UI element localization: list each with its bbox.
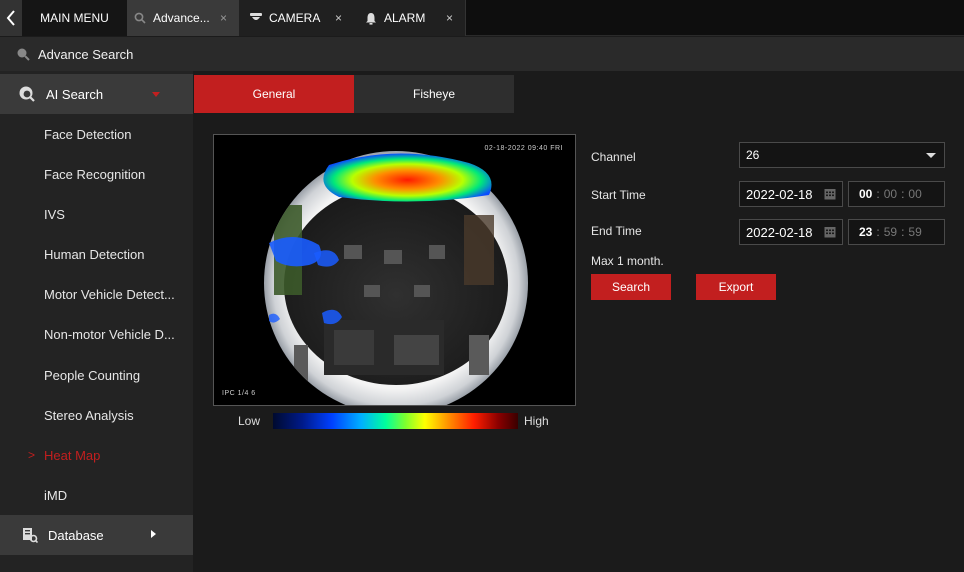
search-icon (133, 11, 147, 25)
sidebar-group-label: AI Search (46, 86, 104, 102)
sidebar-item-label: Stereo Analysis (44, 407, 134, 423)
sidebar-item-label: Face Detection (44, 126, 132, 142)
time-separator: : (876, 225, 880, 239)
time-separator: : (876, 187, 880, 201)
main-panel: General Fisheye 02-18-2022 09:40 FRI IPC… (193, 71, 964, 572)
max-range-note: Max 1 month. (591, 254, 664, 268)
ai-search-icon (18, 85, 36, 103)
end-time-field[interactable]: 23 : 59 : 59 (848, 219, 945, 245)
tab-main-menu-label: MAIN MENU (40, 11, 109, 25)
tab-alarm[interactable]: ALARM × (354, 0, 466, 36)
start-date-field[interactable]: 2022-02-18 (739, 181, 843, 207)
tab-advance-label: Advance... (153, 11, 210, 25)
page-title: Advance Search (38, 46, 134, 62)
breadcrumb: Advance Search (0, 37, 964, 71)
time-separator: : (901, 187, 905, 201)
preview-timestamp: 02-18-2022 09:40 FRI (484, 145, 563, 152)
sidebar-item-label: iMD (44, 487, 68, 503)
start-date-value: 2022-02-18 (746, 186, 813, 202)
start-second[interactable]: 00 (908, 187, 921, 201)
end-date-field[interactable]: 2022-02-18 (739, 219, 843, 245)
sidebar-group-database[interactable]: Database (0, 515, 193, 555)
end-minute[interactable]: 59 (884, 225, 897, 239)
close-icon[interactable]: × (446, 11, 453, 25)
sidebar: AI Search Face Detection Face Recognitio… (0, 71, 193, 572)
export-button-label: Export (718, 280, 754, 294)
search-button[interactable]: Search (591, 274, 671, 300)
heatmap-legend: Low High (238, 413, 558, 429)
sidebar-item-label: Heat Map (44, 447, 101, 463)
sidebar-item-people-counting[interactable]: People Counting (0, 355, 193, 395)
close-icon[interactable]: × (220, 11, 227, 25)
start-minute[interactable]: 00 (884, 187, 897, 201)
sidebar-database-label: Database (48, 527, 104, 543)
sidebar-item-heat-map[interactable]: > Heat Map (0, 435, 193, 475)
search-button-label: Search (611, 280, 651, 294)
preview-channel-osd: IPC 1/4 6 (222, 390, 256, 397)
close-icon[interactable]: × (335, 11, 342, 25)
chevron-down-icon (926, 153, 936, 158)
chevron-right-icon: > (28, 448, 36, 462)
tab-general-label: General (252, 87, 296, 101)
heatmap-preview: 02-18-2022 09:40 FRI IPC 1/4 6 (213, 134, 576, 406)
sidebar-item-label: Human Detection (44, 246, 145, 262)
tab-main-menu[interactable]: MAIN MENU (22, 0, 127, 36)
calendar-icon[interactable] (824, 226, 836, 238)
tab-bar: MAIN MENU Advance... × CAMERA × ALARM × (0, 0, 964, 36)
sidebar-item-label: IVS (44, 206, 65, 222)
sidebar-group-ai-search[interactable]: AI Search (0, 74, 193, 114)
camera-icon (249, 11, 263, 25)
tab-advance-search[interactable]: Advance... × (127, 0, 239, 36)
sidebar-item-label: Face Recognition (44, 166, 146, 182)
tab-fisheye-label: Fisheye (412, 87, 456, 101)
sidebar-item-stereo-analysis[interactable]: Stereo Analysis (0, 395, 193, 435)
sidebar-item-non-motor-vehicle[interactable]: Non-motor Vehicle D... (0, 314, 193, 354)
back-button[interactable] (0, 0, 22, 36)
tab-alarm-label: ALARM (384, 11, 426, 25)
database-icon (22, 527, 38, 543)
end-time-label: End Time (591, 224, 642, 238)
tab-camera[interactable]: CAMERA × (239, 0, 354, 36)
calendar-icon[interactable] (824, 188, 836, 200)
end-second[interactable]: 59 (908, 225, 921, 239)
channel-select[interactable]: 26 (739, 142, 945, 168)
legend-gradient-bar (273, 413, 518, 429)
sidebar-item-face-detection[interactable]: Face Detection (0, 114, 193, 154)
sidebar-item-human-detection[interactable]: Human Detection (0, 234, 193, 274)
tab-fisheye[interactable]: Fisheye (354, 75, 514, 113)
tab-general[interactable]: General (194, 75, 354, 113)
sidebar-item-label: Motor Vehicle Detect... (44, 286, 175, 302)
legend-high-label: High (524, 414, 549, 428)
start-time-label: Start Time (591, 188, 646, 202)
legend-low-label: Low (238, 414, 261, 428)
bell-icon (364, 11, 378, 25)
fisheye-heatmap-image (214, 135, 575, 405)
start-time-field[interactable]: 00 : 00 : 00 (848, 181, 945, 207)
chevron-left-icon (6, 10, 15, 26)
caret-down-icon (152, 92, 160, 97)
sidebar-item-label: People Counting (44, 367, 141, 383)
time-separator: : (901, 225, 905, 239)
sidebar-item-motor-vehicle[interactable]: Motor Vehicle Detect... (0, 274, 193, 314)
tab-camera-label: CAMERA (269, 11, 321, 25)
channel-value: 26 (746, 148, 760, 162)
caret-right-icon (151, 530, 156, 538)
sidebar-item-ivs[interactable]: IVS (0, 194, 193, 234)
sidebar-item-face-recognition[interactable]: Face Recognition (0, 154, 193, 194)
sidebar-item-label: Non-motor Vehicle D... (44, 326, 175, 342)
end-date-value: 2022-02-18 (746, 224, 813, 240)
channel-label: Channel (591, 150, 636, 164)
export-button[interactable]: Export (696, 274, 776, 300)
sidebar-item-imd[interactable]: iMD (0, 475, 193, 515)
end-hour[interactable]: 23 (859, 225, 872, 239)
search-icon (16, 47, 30, 61)
start-hour[interactable]: 00 (859, 187, 872, 201)
